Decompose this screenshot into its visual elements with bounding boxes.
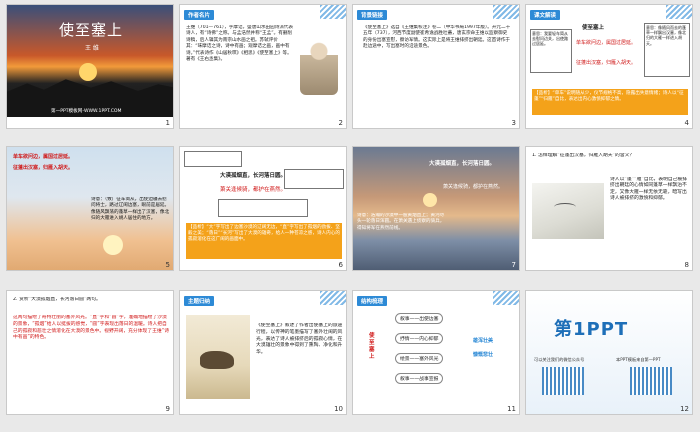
slide-thumbnail-9[interactable]: 2. 赏析“大漠孤烟直，长河落日圆”两句。 这两句描绘了奇特壮丽的塞外风光。“直… — [6, 290, 174, 415]
poem-line-2: 征蓬出汉塞，归雁入胡天。 — [576, 60, 637, 66]
sun-circle — [79, 63, 97, 81]
slide-thumbnail-4[interactable]: 课文解读 使至塞上 单车欲问边，属国过居延。 征蓬出汉塞，归雁入胡天。 意思：我… — [525, 4, 693, 129]
section-tag: 主题归纳 — [184, 296, 215, 306]
poem-meaning: 诗意：浩瀚的沙漠中一股黄烟直上；黄河尽头一轮落日浑圆。在萧关遇上侦察的骑兵，得知… — [357, 213, 445, 231]
slide-thumbnail-5[interactable]: 单车欲问边，属国过居延。 征蓬出汉塞，归雁入胡天。 诗意：（致）征车简从，出使边… — [6, 146, 174, 271]
note-box-right — [284, 169, 344, 189]
slide-text: 《使至塞上》选自《王维集校注》卷二（中华书局1997年版）。开元二十五年（737… — [363, 25, 511, 50]
section-tag: 结构梳理 — [357, 296, 388, 306]
slide-number: 12 — [680, 405, 689, 413]
slide-thumbnail-10[interactable]: 主题归纳 《使至塞上》叙述了作者出使塞上的旅途行程，以传神的笔墨描写了塞外壮阔的… — [179, 290, 347, 415]
summary-right-2: 慷慨悲壮 — [473, 352, 494, 358]
question-text: 2. 赏析“大漠孤烟直，长河落日圆”两句。 — [13, 297, 101, 302]
section-tag: 课文解读 — [530, 10, 561, 20]
structure-item-1: 叙事——出使边塞 — [395, 313, 444, 324]
slide-number: 5 — [165, 261, 170, 269]
bird-sketch — [554, 203, 576, 211]
poet-portrait — [300, 39, 338, 95]
poem-line-1: 大漠孤烟直，长河落日圆。 — [429, 161, 496, 167]
corner-stripes — [320, 291, 346, 305]
corner-stripes — [493, 291, 519, 305]
answer-text: 诗人以“蓬”“雁”自比，表明自己被排挤出朝廷的心情如同蓬草一样飘泊不定，又像大雁… — [610, 177, 688, 202]
structure-item-4: 叙事——战事宣报 — [395, 373, 444, 384]
slide-title: 使至塞上 — [59, 21, 124, 39]
section-tag: 作者名片 — [184, 10, 215, 20]
analysis-box: 【品析】“大”字写出了边塞沙漠的辽阔无边，“直”字写出了孤烟的劲拔、坚毅之美；“… — [186, 223, 342, 259]
author-name: 王 维 — [85, 45, 99, 52]
corner-stripes — [666, 5, 692, 19]
slide-thumbnail-11[interactable]: 结构梳理 使至塞上 叙事——出使边塞 抒情——内心抑郁 绘景——塞外风光 叙事—… — [352, 290, 520, 415]
structure-item-2: 抒情——内心抑郁 — [395, 333, 444, 344]
slide-number: 8 — [684, 261, 689, 269]
note-box-left — [184, 151, 242, 167]
summary-right-1: 雄浑壮美 — [473, 338, 494, 344]
poem-meaning: 诗意：（致）征车简从，出使边疆去慰问将士，路过辽阔边塞，眼前是居延。像随风飘荡的… — [91, 197, 170, 222]
slide-thumbnail-6[interactable]: 大漠孤烟直，长河落日圆。 萧关逢候骑，都护在燕然。 【品析】“大”字写出了边塞沙… — [179, 146, 347, 271]
slide-thumbnail-2[interactable]: 作者名片 王维（701—761），字摩诘，盛唐山水田园诗派代表诗人，有“诗佛”之… — [179, 4, 347, 129]
poem-line-2: 征蓬出汉塞，归雁入胡天。 — [13, 165, 74, 171]
note-box-mid — [218, 199, 308, 217]
corner-stripes — [320, 5, 346, 19]
logo-background — [526, 291, 692, 414]
slide-thumbnail-12[interactable]: 第1PPT 可以关注我们的微信公众号 本PPT模板来自第一PPT 12 — [525, 290, 693, 415]
poem-line-1: 单车欲问边，属国过居延。 — [576, 40, 637, 46]
slide-text: 王维（701—761），字摩诘，盛唐山水田园诗派代表诗人，有“诗佛”之称。与孟浩… — [186, 25, 294, 63]
slide-number: 6 — [338, 261, 343, 269]
analysis-box: 【品析】“单车”说明随从少，仪节规格不高，隐露出失意情绪；诗人以“征蓬”“归雁”… — [532, 89, 688, 115]
slide-number: 3 — [511, 119, 516, 127]
poem-line-1: 单车欲问边，属国过居延。 — [13, 154, 74, 160]
note-box-2: 意思：像随风而去的蓬草一样飘出汉塞，像北归的大雁一样进入胡天。 — [644, 23, 690, 77]
slide-text: 《使至塞上》叙述了作者出使塞上的旅途行程，以传神的笔墨描写了塞外壮阔的风光，表达… — [256, 323, 343, 356]
poem-line-2: 萧关逢候骑，都护在燕然。 — [220, 187, 287, 193]
horse-figure — [200, 351, 234, 369]
answer-text: 这两句描绘了奇特壮丽的塞外风光。“直”字和“圆”字，准确地描绘了沙漠的景象，“孤… — [13, 315, 169, 341]
slide-number: 9 — [165, 405, 170, 413]
logo-text: 第1PPT — [554, 319, 629, 340]
sun-circle — [423, 193, 437, 207]
slide-number: 4 — [684, 119, 689, 127]
section-tag: 背景链接 — [357, 10, 388, 20]
footer-text: 第一PPT模板网-WWW.1PPT.COM — [51, 109, 122, 114]
slide-number: 10 — [334, 405, 343, 413]
ink-painting-image — [532, 183, 604, 239]
slide-thumbnail-8[interactable]: 1. 怎样理解“征蓬出汉塞，归雁入胡天”的含义？ 诗人以“蓬”“雁”自比，表明自… — [525, 146, 693, 271]
slide-number: 2 — [338, 119, 343, 127]
slide-thumbnail-3[interactable]: 背景链接 《使至塞上》选自《王维集校注》卷二（中华书局1997年版）。开元二十五… — [352, 4, 520, 129]
center-title: 使至塞上 — [369, 333, 375, 360]
footer-right-text: 本PPT模板来自第一PPT — [616, 357, 661, 362]
poem-line-1: 大漠孤烟直，长河落日圆。 — [220, 173, 287, 179]
question-text: 1. 怎样理解“征蓬出汉塞，归雁入胡天”的含义？ — [532, 153, 635, 158]
structure-item-3: 绘景——塞外风光 — [395, 353, 444, 364]
qr-code-left — [542, 367, 584, 395]
corner-stripes — [493, 5, 519, 19]
slide-thumbnail-1[interactable]: 使至塞上 王 维 第一PPT模板网-WWW.1PPT.COM 1 — [6, 4, 174, 129]
slide-grid: 使至塞上 王 维 第一PPT模板网-WWW.1PPT.COM 1 作者名片 王维… — [0, 0, 700, 432]
slide-number: 7 — [511, 261, 516, 269]
slide-number: 11 — [507, 405, 516, 413]
slide-thumbnail-7[interactable]: 大漠孤烟直，长河落日圆。 萧关逢候骑，都护在燕然。 诗意：浩瀚的沙漠中一股黄烟直… — [352, 146, 520, 271]
poem-line-2: 萧关逢候骑，都护在燕然。 — [443, 184, 504, 190]
qr-code-right — [630, 367, 672, 395]
slide-number: 1 — [165, 119, 170, 127]
footer-left-text: 可以关注我们的微信公众号 — [534, 357, 585, 362]
poem-title: 使至塞上 — [582, 25, 605, 31]
note-box-1: 意思：我要轻车简从去慰问边关，出使路过居延。 — [530, 29, 572, 73]
